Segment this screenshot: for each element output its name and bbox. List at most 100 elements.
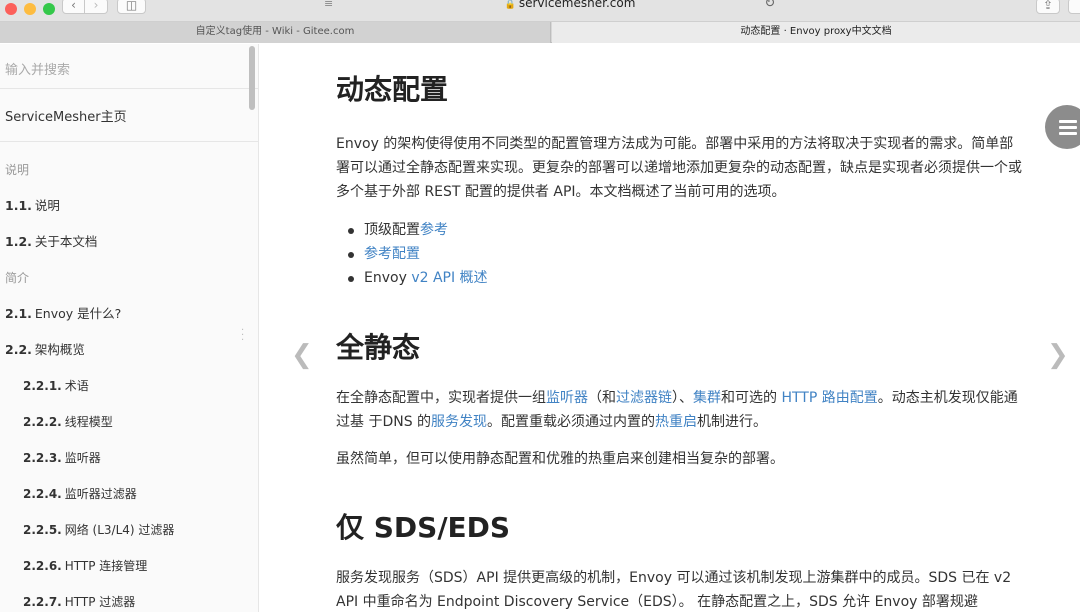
chapter-number: 2.2.5. <box>23 523 62 537</box>
sidebar-item-2-2-7[interactable]: 2.2.7. HTTP 过滤器 <box>0 584 258 612</box>
previous-page-button[interactable]: ❮ <box>291 340 313 370</box>
chapter-number: 2.2.6. <box>23 559 62 573</box>
text-run: 。配置重载必须通过内置的 <box>487 414 656 430</box>
clusters-link[interactable]: 集群 <box>693 390 721 406</box>
chevron-left-icon: ‹ <box>71 0 76 12</box>
chapter-number: 2.2.3. <box>23 451 62 465</box>
chapter-label: 说明 <box>34 198 60 213</box>
chapter-number: 2.2. <box>5 342 32 357</box>
address-url: servicemesher.com <box>518 0 636 10</box>
sidebar-item-1-2[interactable]: 1.2. 关于本文档 <box>0 224 258 260</box>
address-bar[interactable]: 🔒 servicemesher.com <box>355 0 785 13</box>
tab-overview-button[interactable] <box>1068 0 1080 14</box>
text-run: 机制进行。 <box>697 414 768 430</box>
tab-title: 自定义tag使用 - Wiki - Gitee.com <box>195 26 355 37</box>
close-window-button[interactable] <box>5 3 17 15</box>
chapter-label: 架构概览 <box>34 342 85 357</box>
search-input[interactable]: 输入并搜索 <box>0 44 258 89</box>
chapter-label: Envoy 是什么? <box>34 306 122 321</box>
reload-button[interactable]: ↻ <box>760 0 780 12</box>
tab-bar: 自定义tag使用 - Wiki - Gitee.com 动态配置 · Envoy… <box>0 22 1080 43</box>
text-run: 在全静态配置中，实现者提供一组 <box>336 390 546 406</box>
chapter-number: 2.2.4. <box>23 487 62 501</box>
zoom-window-button[interactable] <box>43 3 55 15</box>
floating-menu-button[interactable] <box>1045 105 1080 149</box>
minimize-window-button[interactable] <box>24 3 36 15</box>
section-header: 说明 <box>5 163 30 177</box>
chapter-label: HTTP 连接管理 <box>64 559 148 573</box>
chapter-label: 关于本文档 <box>34 234 98 249</box>
sidebar-item-2-1[interactable]: 2.1. Envoy 是什么? <box>0 296 258 332</box>
list-item: 参考配置 <box>346 242 488 266</box>
lock-icon: 🔒 <box>504 0 516 10</box>
sidebar-icon: ◫ <box>125 0 138 12</box>
text-run: （和 <box>588 390 616 406</box>
chapter-number: 2.2.2. <box>23 415 62 429</box>
service-discovery-link[interactable]: 服务发现 <box>431 414 487 430</box>
chapter-label: 术语 <box>64 379 89 393</box>
sidebar-item-2-2-2[interactable]: 2.2.2. 线程模型 <box>0 404 258 440</box>
chevron-right-icon: ❯ <box>1047 340 1069 370</box>
list-item: 顶级配置参考 <box>346 218 488 242</box>
intro-paragraph: Envoy 的架构使得使用不同类型的配置管理方法成为可能。部署中采用的方法将取决… <box>336 136 1022 200</box>
sds-paragraph: 服务发现服务（SDS）API 提供更高级的机制，Envoy 可以通过该机制发现上… <box>336 570 1012 610</box>
chapter-label: HTTP 过滤器 <box>64 595 136 609</box>
chevron-right-icon: › <box>93 0 99 12</box>
static-heading: 全静态 <box>336 331 421 364</box>
list-text: Envoy <box>364 270 412 286</box>
show-sidebar-button[interactable]: ◫ <box>117 0 146 14</box>
chapter-number: 2.1. <box>5 306 32 321</box>
list-item: Envoy v2 API 概述 <box>346 266 488 290</box>
reference-list: 顶级配置参考 参考配置 Envoy v2 API 概述 <box>346 218 488 290</box>
listeners-link[interactable]: 监听器 <box>546 390 588 406</box>
sidebar-item-2-2-6[interactable]: 2.2.6. HTTP 连接管理 <box>0 548 258 584</box>
sidebar-resize-handle[interactable]: · · · <box>241 326 244 346</box>
http-route-config-link[interactable]: HTTP 路由配置 <box>781 390 877 406</box>
tab-gitee-wiki[interactable]: 自定义tag使用 - Wiki - Gitee.com <box>0 22 551 43</box>
forward-button[interactable]: › <box>85 0 108 14</box>
next-page-button[interactable]: ❯ <box>1047 340 1069 370</box>
sidebar-item-2-2[interactable]: 2.2. 架构概览 <box>0 332 258 368</box>
chapter-number: 1.1. <box>5 198 32 213</box>
page-body: 动态配置 Envoy 的架构使得使用不同类型的配置管理方法成为可能。部署中采用的… <box>260 44 1080 612</box>
sidebar-scrollbar[interactable] <box>249 46 255 110</box>
book-summary-sidebar: 输入并搜索 ServiceMesher主页 说明 1.1. 说明 1.2. 关于本文… <box>0 44 259 612</box>
text-run: 和可选的 <box>721 390 782 406</box>
static-paragraph-2: 虽然简单，但可以使用静态配置和优雅的热重启来创建相当复杂的部署。 <box>336 451 784 467</box>
chapter-label: 监听器 <box>64 451 101 465</box>
reload-icon: ↻ <box>764 0 776 11</box>
reader-icon: ≡ <box>324 0 334 10</box>
share-button[interactable]: ⇪ <box>1036 0 1060 14</box>
static-paragraph: 在全静态配置中，实现者提供一组监听器（和过滤器链）、集群和可选的 HTTP 路由… <box>336 386 1026 434</box>
chapter-label: 线程模型 <box>64 415 113 429</box>
tab-envoy-docs[interactable]: 动态配置 · Envoy proxy中文文档 <box>552 22 1080 43</box>
reference-link[interactable]: 参考 <box>420 222 448 238</box>
reader-button[interactable]: ≡ <box>324 0 346 11</box>
sidebar-home-link[interactable]: ServiceMesher主页 <box>0 89 258 142</box>
sidebar-item-2-2-4[interactable]: 2.2.4. 监听器过滤器 <box>0 476 258 512</box>
filter-chains-link[interactable]: 过滤器链 <box>616 390 672 406</box>
chevron-left-icon: ❮ <box>291 340 313 370</box>
sidebar-item-1-1[interactable]: 1.1. 说明 <box>0 188 258 224</box>
share-icon: ⇪ <box>1042 0 1054 12</box>
browser-toolbar: ‹ › ◫ ≡ 🔒 servicemesher.com ↻ ⇪ <box>0 0 1080 22</box>
sidebar-item-2-2-1[interactable]: 2.2.1. 术语 <box>0 368 258 404</box>
config-reference-link[interactable]: 参考配置 <box>364 246 420 262</box>
sidebar-item-2-2-5[interactable]: 2.2.5. 网络 (L3/L4) 过滤器 <box>0 512 258 548</box>
search-placeholder: 输入并搜索 <box>5 63 71 78</box>
chapter-number: 1.2. <box>5 234 32 249</box>
chapter-number: 2.2.1. <box>23 379 62 393</box>
chapter-label: 监听器过滤器 <box>64 487 137 501</box>
back-button[interactable]: ‹ <box>62 0 85 14</box>
section-header: 简介 <box>5 271 30 285</box>
hot-restart-link[interactable]: 热重启 <box>655 414 697 430</box>
text-run: ）、 <box>672 390 693 406</box>
chapter-number: 2.2.7. <box>23 595 62 609</box>
list-text: 顶级配置 <box>364 222 420 238</box>
sidebar-item-2-2-3[interactable]: 2.2.3. 监听器 <box>0 440 258 476</box>
sds-eds-heading: 仅 SDS/EDS <box>336 511 511 544</box>
home-link-label: ServiceMesher主页 <box>5 110 127 125</box>
page-title: 动态配置 <box>336 73 449 106</box>
v2-api-overview-link[interactable]: v2 API 概述 <box>411 270 487 286</box>
tab-title: 动态配置 · Envoy proxy中文文档 <box>740 26 892 37</box>
